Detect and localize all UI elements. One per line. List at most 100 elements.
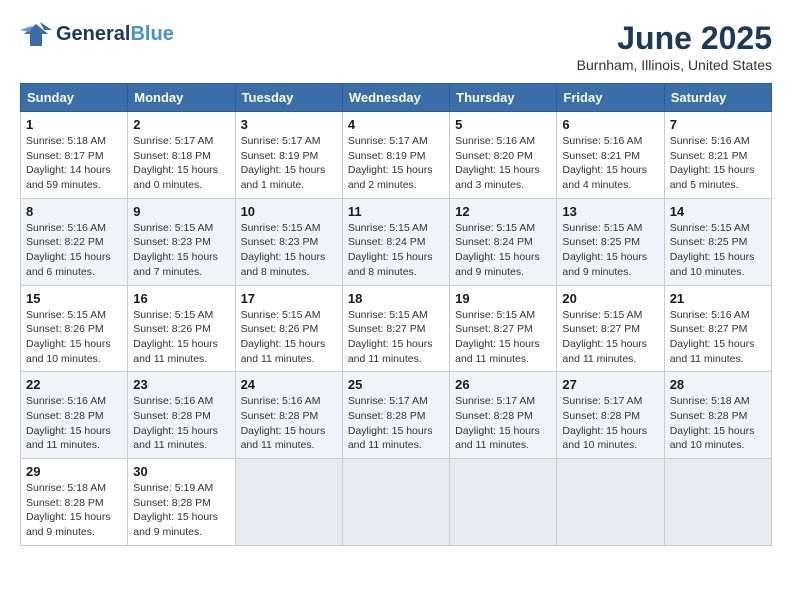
day-number: 1 (26, 117, 122, 132)
day-cell: 29 Sunrise: 5:18 AM Sunset: 8:28 PM Dayli… (21, 459, 128, 546)
day-info: Sunrise: 5:16 AM Sunset: 8:28 PM Dayligh… (26, 394, 122, 453)
calendar-subtitle: Burnham, Illinois, United States (577, 57, 772, 73)
day-info: Sunrise: 5:16 AM Sunset: 8:21 PM Dayligh… (670, 134, 766, 193)
day-number: 13 (562, 204, 658, 219)
day-cell (235, 459, 342, 546)
day-number: 24 (241, 377, 337, 392)
day-cell (342, 459, 449, 546)
day-cell: 26 Sunrise: 5:17 AM Sunset: 8:28 PM Dayli… (450, 372, 557, 459)
day-number: 9 (133, 204, 229, 219)
day-number: 26 (455, 377, 551, 392)
day-cell: 16 Sunrise: 5:15 AM Sunset: 8:26 PM Dayli… (128, 285, 235, 372)
day-cell: 7Sunrise: 5:16 AM Sunset: 8:21 PM Daylig… (664, 112, 771, 199)
col-header-saturday: Saturday (664, 84, 771, 112)
calendar-title: June 2025 (577, 20, 772, 57)
day-cell (664, 459, 771, 546)
col-header-sunday: Sunday (21, 84, 128, 112)
col-header-monday: Monday (128, 84, 235, 112)
day-cell: 21 Sunrise: 5:16 AM Sunset: 8:27 PM Dayli… (664, 285, 771, 372)
day-cell: 14 Sunrise: 5:15 AM Sunset: 8:25 PM Dayli… (664, 198, 771, 285)
day-number: 17 (241, 291, 337, 306)
day-cell: 6Sunrise: 5:16 AM Sunset: 8:21 PM Daylig… (557, 112, 664, 199)
header: GeneralBlue June 2025 Burnham, Illinois,… (20, 20, 772, 73)
day-info: Sunrise: 5:17 AM Sunset: 8:28 PM Dayligh… (348, 394, 444, 453)
day-number: 23 (133, 377, 229, 392)
day-info: Sunrise: 5:16 AM Sunset: 8:20 PM Dayligh… (455, 134, 551, 193)
day-cell: 20 Sunrise: 5:15 AM Sunset: 8:27 PM Dayli… (557, 285, 664, 372)
day-cell: 25 Sunrise: 5:17 AM Sunset: 8:28 PM Dayli… (342, 372, 449, 459)
day-number: 20 (562, 291, 658, 306)
col-header-thursday: Thursday (450, 84, 557, 112)
day-info: Sunrise: 5:17 AM Sunset: 8:19 PM Dayligh… (241, 134, 337, 193)
logo-text: GeneralBlue (56, 23, 174, 46)
week-row-2: 8Sunrise: 5:16 AM Sunset: 8:22 PM Daylig… (21, 198, 772, 285)
day-number: 12 (455, 204, 551, 219)
day-info: Sunrise: 5:18 AM Sunset: 8:17 PM Dayligh… (26, 134, 122, 193)
week-row-3: 15 Sunrise: 5:15 AM Sunset: 8:26 PM Dayli… (21, 285, 772, 372)
day-info: Sunrise: 5:17 AM Sunset: 8:28 PM Dayligh… (562, 394, 658, 453)
day-number: 10 (241, 204, 337, 219)
day-cell: 28 Sunrise: 5:18 AM Sunset: 8:28 PM Dayli… (664, 372, 771, 459)
day-number: 3 (241, 117, 337, 132)
day-cell: 5Sunrise: 5:16 AM Sunset: 8:20 PM Daylig… (450, 112, 557, 199)
day-info: Sunrise: 5:17 AM Sunset: 8:19 PM Dayligh… (348, 134, 444, 193)
day-number: 14 (670, 204, 766, 219)
day-number: 25 (348, 377, 444, 392)
day-info: Sunrise: 5:17 AM Sunset: 8:18 PM Dayligh… (133, 134, 229, 193)
day-number: 18 (348, 291, 444, 306)
day-cell: 17 Sunrise: 5:15 AM Sunset: 8:26 PM Dayli… (235, 285, 342, 372)
col-header-tuesday: Tuesday (235, 84, 342, 112)
day-number: 15 (26, 291, 122, 306)
day-info: Sunrise: 5:15 AM Sunset: 8:25 PM Dayligh… (562, 221, 658, 280)
day-cell: 22Sunrise: 5:16 AM Sunset: 8:28 PM Dayli… (21, 372, 128, 459)
day-number: 30 (133, 464, 229, 479)
day-info: Sunrise: 5:15 AM Sunset: 8:26 PM Dayligh… (26, 308, 122, 367)
bird-icon (20, 20, 52, 48)
day-info: Sunrise: 5:17 AM Sunset: 8:28 PM Dayligh… (455, 394, 551, 453)
day-cell: 30Sunrise: 5:19 AM Sunset: 8:28 PM Dayli… (128, 459, 235, 546)
col-header-friday: Friday (557, 84, 664, 112)
week-row-1: 1 Sunrise: 5:18 AM Sunset: 8:17 PM Daylig… (21, 112, 772, 199)
title-area: June 2025 Burnham, Illinois, United Stat… (577, 20, 772, 73)
day-info: Sunrise: 5:15 AM Sunset: 8:27 PM Dayligh… (562, 308, 658, 367)
calendar-table: SundayMondayTuesdayWednesdayThursdayFrid… (20, 83, 772, 546)
day-info: Sunrise: 5:18 AM Sunset: 8:28 PM Dayligh… (26, 481, 122, 540)
day-info: Sunrise: 5:16 AM Sunset: 8:27 PM Dayligh… (670, 308, 766, 367)
day-info: Sunrise: 5:16 AM Sunset: 8:28 PM Dayligh… (241, 394, 337, 453)
day-cell: 13 Sunrise: 5:15 AM Sunset: 8:25 PM Dayli… (557, 198, 664, 285)
day-info: Sunrise: 5:15 AM Sunset: 8:24 PM Dayligh… (348, 221, 444, 280)
day-number: 2 (133, 117, 229, 132)
day-cell: 3 Sunrise: 5:17 AM Sunset: 8:19 PM Daylig… (235, 112, 342, 199)
day-cell: 4 Sunrise: 5:17 AM Sunset: 8:19 PM Daylig… (342, 112, 449, 199)
day-number: 28 (670, 377, 766, 392)
day-cell: 15 Sunrise: 5:15 AM Sunset: 8:26 PM Dayli… (21, 285, 128, 372)
day-info: Sunrise: 5:18 AM Sunset: 8:28 PM Dayligh… (670, 394, 766, 453)
day-cell: 9Sunrise: 5:15 AM Sunset: 8:23 PM Daylig… (128, 198, 235, 285)
day-info: Sunrise: 5:16 AM Sunset: 8:28 PM Dayligh… (133, 394, 229, 453)
day-cell: 2 Sunrise: 5:17 AM Sunset: 8:18 PM Daylig… (128, 112, 235, 199)
day-cell: 23 Sunrise: 5:16 AM Sunset: 8:28 PM Dayli… (128, 372, 235, 459)
day-info: Sunrise: 5:15 AM Sunset: 8:24 PM Dayligh… (455, 221, 551, 280)
day-number: 21 (670, 291, 766, 306)
week-row-4: 22Sunrise: 5:16 AM Sunset: 8:28 PM Dayli… (21, 372, 772, 459)
day-number: 4 (348, 117, 444, 132)
day-number: 11 (348, 204, 444, 219)
day-number: 29 (26, 464, 122, 479)
day-cell: 8Sunrise: 5:16 AM Sunset: 8:22 PM Daylig… (21, 198, 128, 285)
day-info: Sunrise: 5:16 AM Sunset: 8:21 PM Dayligh… (562, 134, 658, 193)
day-info: Sunrise: 5:15 AM Sunset: 8:26 PM Dayligh… (241, 308, 337, 367)
day-cell (557, 459, 664, 546)
day-info: Sunrise: 5:16 AM Sunset: 8:22 PM Dayligh… (26, 221, 122, 280)
day-cell: 10 Sunrise: 5:15 AM Sunset: 8:23 PM Dayli… (235, 198, 342, 285)
day-info: Sunrise: 5:15 AM Sunset: 8:25 PM Dayligh… (670, 221, 766, 280)
day-info: Sunrise: 5:15 AM Sunset: 8:23 PM Dayligh… (241, 221, 337, 280)
day-cell: 19Sunrise: 5:15 AM Sunset: 8:27 PM Dayli… (450, 285, 557, 372)
calendar-header-row: SundayMondayTuesdayWednesdayThursdayFrid… (21, 84, 772, 112)
day-number: 16 (133, 291, 229, 306)
day-cell: 24 Sunrise: 5:16 AM Sunset: 8:28 PM Dayli… (235, 372, 342, 459)
day-info: Sunrise: 5:15 AM Sunset: 8:27 PM Dayligh… (348, 308, 444, 367)
day-info: Sunrise: 5:15 AM Sunset: 8:26 PM Dayligh… (133, 308, 229, 367)
calendar-body: 1 Sunrise: 5:18 AM Sunset: 8:17 PM Daylig… (21, 112, 772, 546)
day-cell: 11 Sunrise: 5:15 AM Sunset: 8:24 PM Dayli… (342, 198, 449, 285)
week-row-5: 29 Sunrise: 5:18 AM Sunset: 8:28 PM Dayli… (21, 459, 772, 546)
